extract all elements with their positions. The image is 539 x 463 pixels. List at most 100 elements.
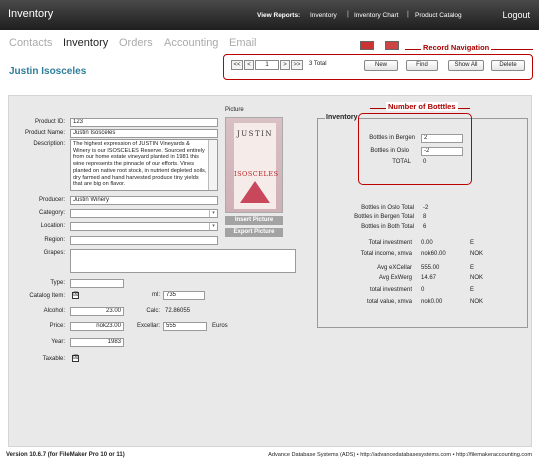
top-bar: Inventory View Reports: Inventory | Inve… <box>0 0 539 30</box>
year-field[interactable]: 1983 <box>70 338 124 347</box>
product-id-field[interactable]: 123 <box>70 118 218 127</box>
inv-row-label: total investment <box>369 287 412 293</box>
report-link-product-catalog[interactable]: Product Catalog <box>415 12 462 19</box>
wine-label-top: JUSTIN <box>236 130 274 138</box>
app-title: Inventory <box>8 8 54 20</box>
total-value: 0 <box>423 159 427 165</box>
type-label: Type: <box>50 280 65 286</box>
alcohol-label: Alcohol: <box>43 308 65 314</box>
bottles-bergen-field[interactable]: 2 <box>421 134 463 143</box>
inv-row-unit: NOK <box>470 299 484 305</box>
number-of-bottles-annotation: Number of Botttles <box>386 102 458 111</box>
tab-accounting[interactable]: Accounting <box>164 37 218 49</box>
product-name-label: Product Name: <box>24 130 65 136</box>
grapes-label: Grapes: <box>43 250 65 256</box>
record-title: Justin Isosceles <box>9 66 87 77</box>
inv-row-value: 8 <box>423 214 427 220</box>
find-button[interactable]: Find <box>406 60 438 71</box>
year-label: Year: <box>51 339 65 345</box>
wine-label-mid: ISOSCELES <box>234 170 279 178</box>
inv-row-value: nok60.00 <box>421 251 446 257</box>
taxable-label: Taxable: <box>42 356 65 362</box>
inv-row-label: Avg eXCellar <box>377 265 412 271</box>
region-label: Region: <box>44 237 65 243</box>
norway-flag-icon[interactable] <box>360 41 374 50</box>
inv-row-label: total value, xmva <box>366 299 412 305</box>
inv-row-label: Bottles in Oslo Total <box>361 205 414 211</box>
alcohol-field[interactable]: 23.00 <box>70 307 124 316</box>
inv-row-unit: NOK <box>470 251 484 257</box>
separator: | <box>407 11 409 18</box>
inv-row-unit: E <box>470 265 475 271</box>
bottles-oslo-label: Bottles in Oslo <box>370 148 409 154</box>
bottles-oslo-field[interactable]: -2 <box>421 147 463 156</box>
description-scrollbar[interactable] <box>208 140 217 190</box>
calc-value: 72.86055 <box>165 308 191 314</box>
show-all-button[interactable]: Show All <box>448 60 484 71</box>
chevron-down-icon: ▾ <box>209 210 217 217</box>
wine-label-inner: JUSTIN ISOSCELES <box>234 123 279 209</box>
credits-text: Advance Database Systems (ADS) • http://… <box>268 452 532 458</box>
tab-email[interactable]: Email <box>229 37 257 49</box>
location-dropdown[interactable]: ▾ <box>70 222 218 231</box>
version-text: Version 10.6.7 (for FileMaker Pro 10 or … <box>6 452 125 458</box>
region-field[interactable] <box>70 236 218 245</box>
triangle-icon <box>240 181 270 203</box>
description-field[interactable]: The highest expression of JUSTIN Vineyar… <box>70 139 218 191</box>
insert-picture-button[interactable]: Insert Picture <box>225 216 283 225</box>
type-field[interactable] <box>70 279 124 288</box>
inv-row-label: Bottles in Bergen Total <box>354 214 414 220</box>
product-id-label: Product ID: <box>34 119 65 125</box>
wine-label-image: JUSTIN ISOSCELES <box>225 117 283 213</box>
inv-row-unit: NOK <box>470 275 484 281</box>
record-total: 3 Total <box>309 61 327 67</box>
record-navigation-annotation: Record Navigation <box>421 43 492 52</box>
previous-record-button[interactable]: < <box>244 60 254 70</box>
inv-row-unit: E <box>470 240 475 246</box>
flag-icon[interactable] <box>385 41 399 50</box>
tab-contacts[interactable]: Contacts <box>9 37 52 49</box>
price-field[interactable]: nok23.00 <box>70 322 124 331</box>
grapes-field[interactable] <box>70 249 296 273</box>
product-name-field[interactable]: Justin Isosceles <box>70 129 218 138</box>
report-link-inventory[interactable]: Inventory <box>310 12 337 19</box>
inv-row-label: Avg ExWerg <box>378 275 412 281</box>
inv-row-value: 555.00 <box>421 265 440 271</box>
new-button[interactable]: New <box>364 60 398 71</box>
taxable-checkbox[interactable]: ☒ <box>72 355 79 362</box>
producer-field[interactable]: Justin Winery <box>70 196 218 205</box>
inv-row-value: 0 <box>421 287 425 293</box>
inv-row-unit: E <box>470 287 475 293</box>
tab-orders[interactable]: Orders <box>119 37 153 49</box>
inv-row-value: -2 <box>423 205 429 211</box>
euros-label: Euros <box>212 323 228 329</box>
last-record-button[interactable]: >> <box>291 60 303 70</box>
report-link-inventory-chart[interactable]: Inventory Chart <box>354 12 398 19</box>
location-label: Location: <box>40 223 65 229</box>
inv-row-value: 14.67 <box>421 275 437 281</box>
view-reports-label: View Reports: <box>257 12 301 19</box>
inv-row-value: 6 <box>423 224 427 230</box>
catalog-item-label: Catalog Item: <box>29 293 65 299</box>
picture-label: Picture <box>225 107 244 113</box>
delete-button[interactable]: Delete <box>491 60 525 71</box>
inventory-title: Inventory <box>325 114 359 121</box>
first-record-button[interactable]: << <box>231 60 243 70</box>
producer-label: Producer: <box>38 197 65 203</box>
inv-row-value: nok0.00 <box>421 299 443 305</box>
logout-button[interactable]: Logout <box>502 10 530 20</box>
inv-row-value: 0.00 <box>421 240 433 246</box>
category-dropdown[interactable]: ▾ <box>70 209 218 218</box>
description-label: Description: <box>33 141 65 147</box>
ml-field[interactable]: 735 <box>163 291 205 300</box>
calc-label: Calc: <box>146 308 160 314</box>
excellar-label: Excellar: <box>136 323 160 329</box>
next-record-button[interactable]: > <box>280 60 290 70</box>
category-label: Category: <box>38 210 65 216</box>
record-number-field[interactable]: 1 <box>255 60 279 70</box>
excellar-field[interactable]: 555 <box>163 322 207 331</box>
catalog-item-checkbox[interactable]: ☒ <box>72 292 79 299</box>
export-picture-button[interactable]: Export Picture <box>225 228 283 237</box>
tab-inventory[interactable]: Inventory <box>63 37 108 49</box>
